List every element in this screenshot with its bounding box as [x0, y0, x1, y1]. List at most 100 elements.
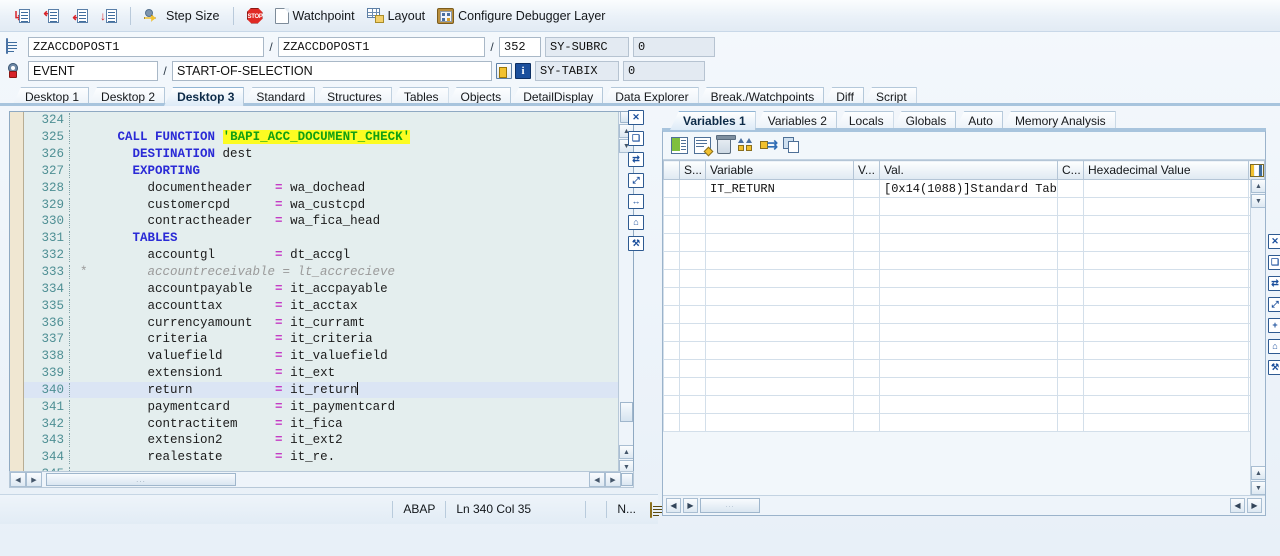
cell-hexadecimal-value[interactable]: [1083, 269, 1249, 288]
tab-desktop-1[interactable]: Desktop 1: [12, 87, 90, 106]
event-name-field[interactable]: START-OF-SELECTION: [172, 61, 492, 81]
cell-v[interactable]: [853, 377, 880, 396]
tab-structures[interactable]: Structures: [314, 87, 392, 106]
tab-detaildisplay[interactable]: DetailDisplay: [510, 87, 604, 106]
cell-c[interactable]: [1057, 341, 1084, 360]
table-row[interactable]: [663, 215, 1265, 234]
code-hscroll-thumb-2[interactable]: [621, 473, 633, 486]
var-hscroll-left-arrow[interactable]: ◀: [666, 498, 681, 513]
cell-hexadecimal-value[interactable]: [1083, 359, 1249, 378]
code-line[interactable]: 343 extension2 = it_ext2: [24, 432, 633, 449]
cell-v[interactable]: [853, 287, 880, 306]
code-line[interactable]: 338 valuefield = it_valuefield: [24, 348, 633, 365]
col-header-status[interactable]: S...: [679, 160, 706, 180]
edge-close-panel-icon[interactable]: ✕: [1268, 234, 1280, 249]
copy-icon[interactable]: [783, 137, 800, 154]
cell-c[interactable]: [1057, 197, 1084, 216]
code-line[interactable]: 339 extension1 = it_ext: [24, 365, 633, 382]
var-hscroll-right-arrow[interactable]: ▶: [683, 498, 698, 513]
variables-tab-memory-analysis[interactable]: Memory Analysis: [1001, 111, 1116, 130]
hscroll-right-arrow-2[interactable]: ▶: [605, 472, 621, 487]
variables-vertical-scrollbar[interactable]: ▲ ▼ ▲ ▼: [1250, 179, 1265, 495]
cell-status[interactable]: [679, 305, 706, 324]
table-row[interactable]: [663, 251, 1265, 270]
row-gutter[interactable]: [663, 377, 680, 396]
compare-icon[interactable]: [737, 137, 754, 154]
edge-tools-icon[interactable]: ⚒: [1268, 360, 1280, 375]
cell-value[interactable]: [879, 251, 1058, 270]
cell-v[interactable]: [853, 323, 880, 342]
code-line[interactable]: 325 CALL FUNCTION 'BAPI_ACC_DOCUMENT_CHE…: [24, 129, 633, 146]
step-return-button[interactable]: ↲: [66, 4, 93, 28]
hscroll-left-arrow-2[interactable]: ◀: [589, 472, 605, 487]
variables-tab-variables-1[interactable]: Variables 1: [670, 111, 756, 130]
table-row[interactable]: [663, 359, 1265, 378]
cell-v[interactable]: [853, 179, 880, 198]
row-gutter[interactable]: [663, 179, 680, 198]
cell-v[interactable]: [853, 215, 880, 234]
row-gutter[interactable]: [663, 341, 680, 360]
cell-c[interactable]: [1057, 269, 1084, 288]
step-into-button[interactable]: ↳: [8, 4, 35, 28]
code-editor[interactable]: 324 325 CALL FUNCTION 'BAPI_ACC_DOCUMENT…: [9, 111, 634, 476]
cell-c[interactable]: [1057, 179, 1084, 198]
cell-status[interactable]: [679, 197, 706, 216]
code-line[interactable]: 336 currencyamount = it_curramt: [24, 314, 633, 331]
hscroll-right-arrow[interactable]: ▶: [26, 472, 42, 487]
cell-value[interactable]: [879, 323, 1058, 342]
transfer-icon[interactable]: ⇉: [760, 137, 778, 154]
code-line[interactable]: 333 * accountreceivable = lt_accrecieve: [24, 264, 633, 281]
cell-v[interactable]: [853, 395, 880, 414]
cell-v[interactable]: [853, 251, 880, 270]
cell-status[interactable]: [679, 233, 706, 252]
cell-variable[interactable]: [705, 413, 854, 432]
fit-width-icon[interactable]: ↔: [628, 194, 644, 209]
cell-variable[interactable]: IT_RETURN: [705, 179, 854, 198]
col-header-variable[interactable]: Variable: [705, 160, 854, 180]
code-line[interactable]: 326 DESTINATION dest: [24, 146, 633, 163]
insert-row-icon[interactable]: [671, 137, 688, 154]
step-over-button[interactable]: ↰: [37, 4, 64, 28]
code-line[interactable]: 337 criteria = it_criteria: [24, 331, 633, 348]
table-row[interactable]: [663, 413, 1265, 432]
cell-status[interactable]: [679, 323, 706, 342]
row-gutter[interactable]: [663, 215, 680, 234]
row-gutter[interactable]: [663, 413, 680, 432]
fullscreen-icon[interactable]: ⤢: [628, 173, 644, 188]
cell-variable[interactable]: [705, 197, 854, 216]
layout-button[interactable]: Layout: [362, 4, 431, 28]
tab-desktop-3[interactable]: Desktop 3: [164, 87, 245, 106]
info-icon[interactable]: i: [515, 63, 531, 79]
cell-v[interactable]: [853, 197, 880, 216]
cell-v[interactable]: [853, 341, 880, 360]
cell-hexadecimal-value[interactable]: [1083, 305, 1249, 324]
cell-status[interactable]: [679, 413, 706, 432]
code-scroll-thumb[interactable]: [620, 402, 633, 422]
row-gutter[interactable]: [663, 395, 680, 414]
col-header-val[interactable]: Val.: [879, 160, 1058, 180]
cell-value[interactable]: [879, 413, 1058, 432]
tab-diff[interactable]: Diff: [823, 87, 864, 106]
cell-hexadecimal-value[interactable]: [1083, 233, 1249, 252]
row-gutter[interactable]: [663, 359, 680, 378]
row-gutter[interactable]: [663, 305, 680, 324]
code-line[interactable]: 344 realestate = it_re.: [24, 449, 633, 466]
table-row[interactable]: [663, 269, 1265, 288]
var-hscroll-thumb[interactable]: ...: [700, 498, 760, 513]
tab-desktop-2[interactable]: Desktop 2: [88, 87, 166, 106]
tools-icon[interactable]: ⚒: [628, 236, 644, 251]
code-line[interactable]: 335 accounttax = it_acctax: [24, 297, 633, 314]
edge-fullscreen-icon[interactable]: ⤢: [1268, 297, 1280, 312]
var-scroll-up-arrow[interactable]: ▲: [1251, 179, 1265, 193]
row-gutter[interactable]: [663, 197, 680, 216]
cell-c[interactable]: [1057, 305, 1084, 324]
cell-variable[interactable]: [705, 305, 854, 324]
cell-hexadecimal-value[interactable]: [1083, 413, 1249, 432]
scroll-up-arrow-bottom[interactable]: ▲: [619, 445, 633, 459]
cell-v[interactable]: [853, 359, 880, 378]
close-editor-icon[interactable]: ✕: [628, 110, 644, 125]
cell-status[interactable]: [679, 395, 706, 414]
cell-c[interactable]: [1057, 215, 1084, 234]
cell-status[interactable]: [679, 269, 706, 288]
cell-v[interactable]: [853, 269, 880, 288]
